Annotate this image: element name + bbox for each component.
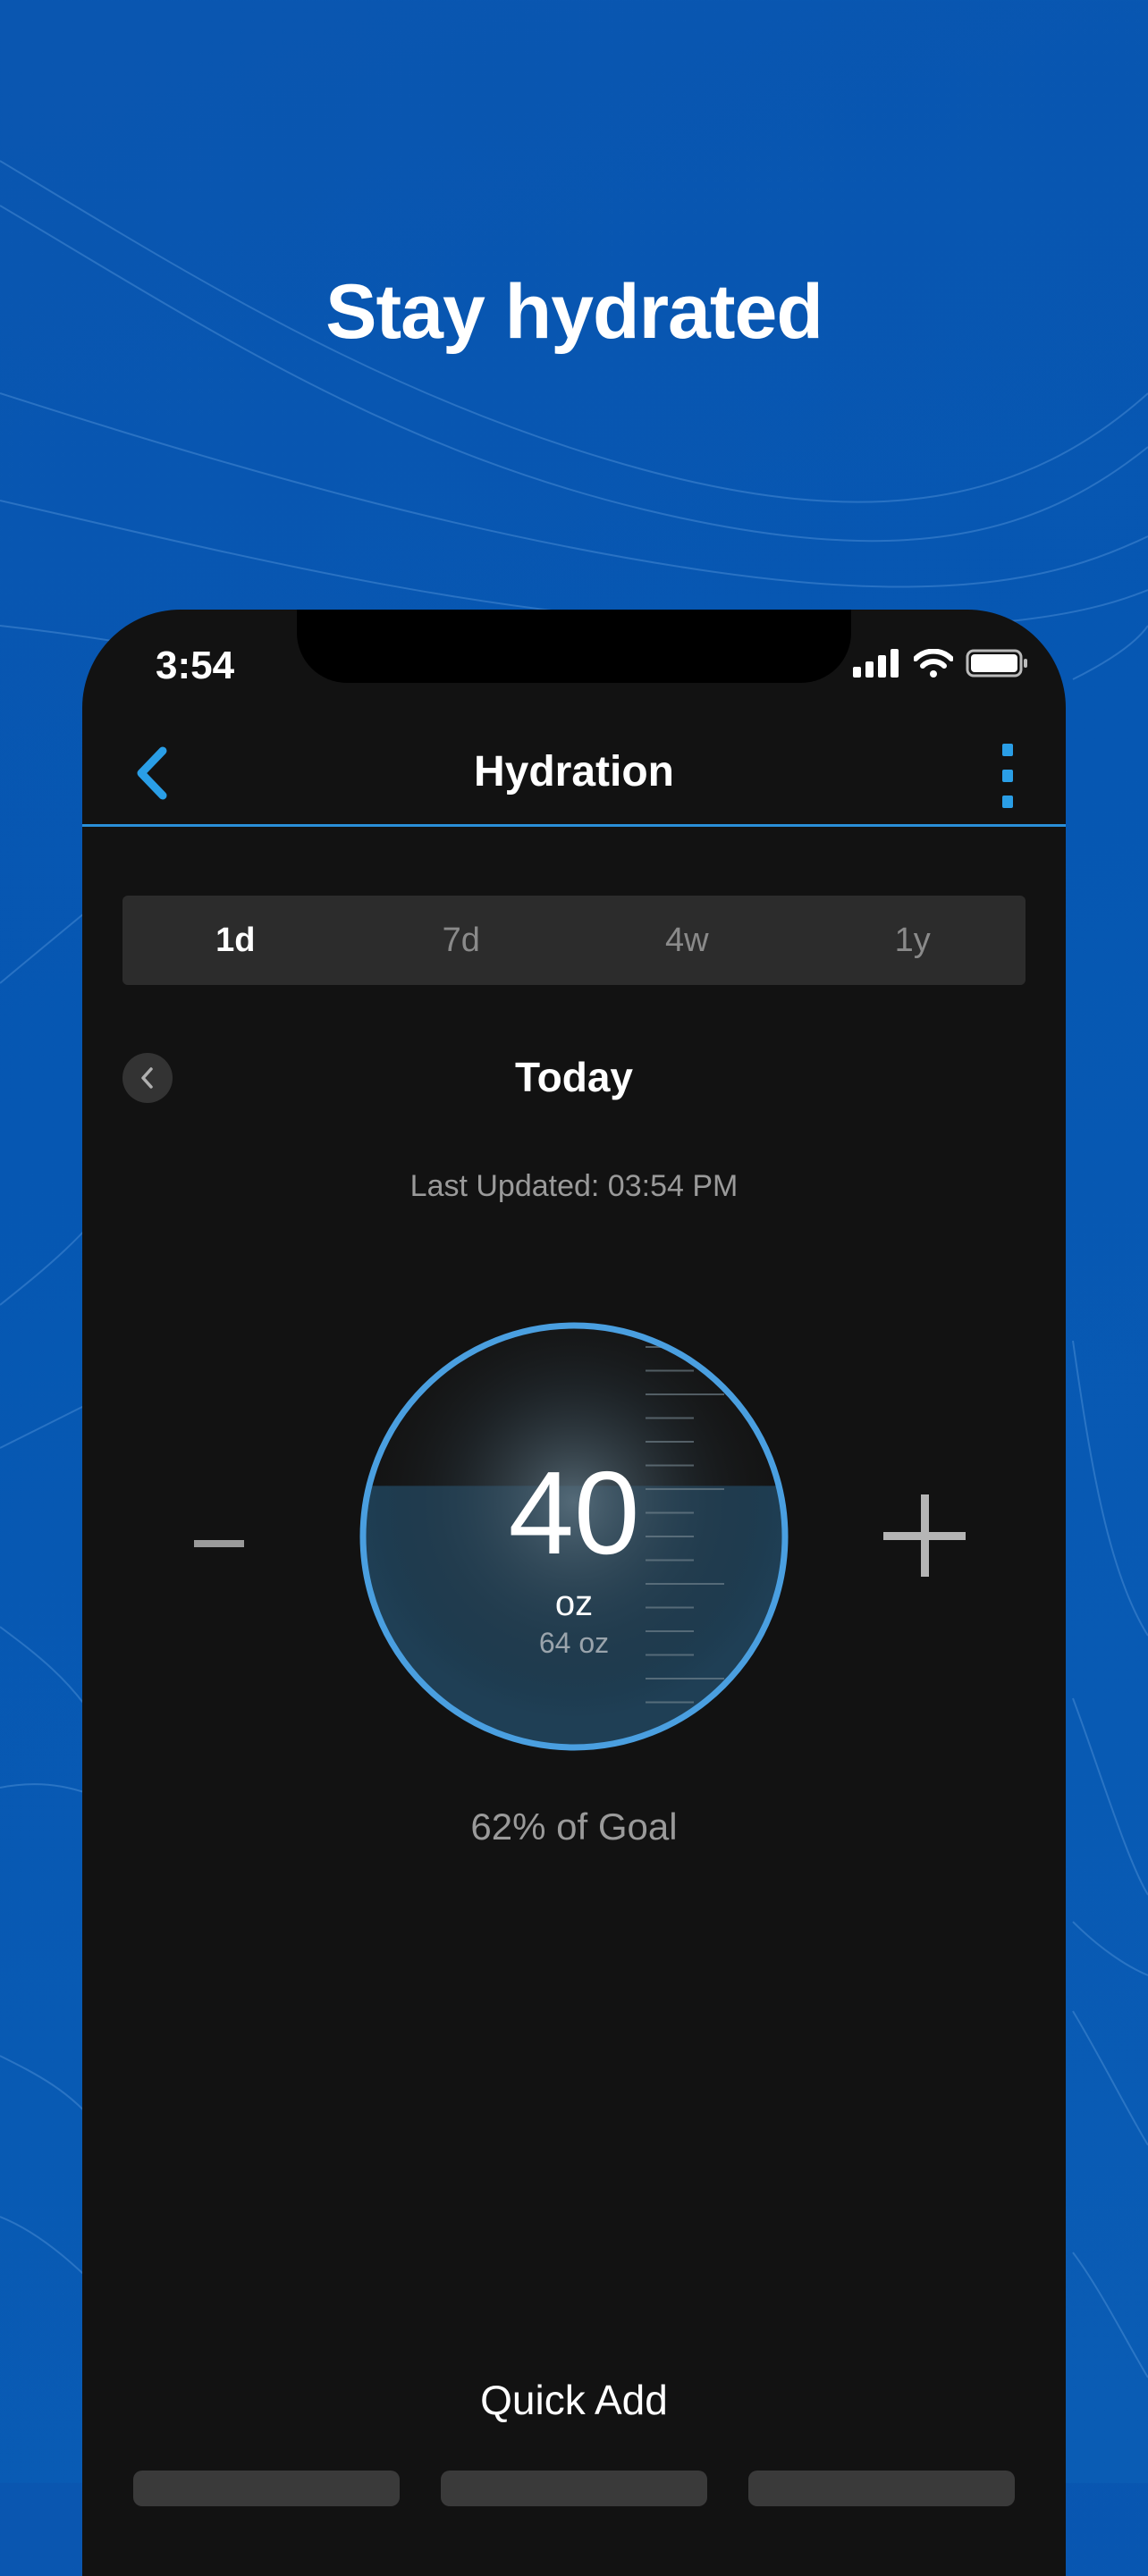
tab-1d[interactable]: 1d (122, 896, 349, 985)
status-time: 3:54 (156, 644, 235, 687)
tab-1y[interactable]: 1y (800, 896, 1026, 985)
percent-of-goal: 62% of Goal (470, 1806, 678, 1848)
goal-value: 64 oz (538, 1627, 610, 1659)
minus-icon (194, 1540, 244, 1547)
wifi-icon (914, 649, 953, 678)
period-segmented-control: 1d 7d 4w 1y (122, 896, 1026, 985)
intake-value: 40 (508, 1447, 640, 1578)
more-options-button[interactable] (994, 744, 1021, 808)
last-updated-text: Last Updated: 03:54 PM (409, 1169, 739, 1203)
phone-frame: 3:54 Hydration 1d 7d 4w 1y Today Last Up… (82, 610, 1066, 2576)
chevron-left-icon (137, 746, 167, 800)
status-icons (853, 649, 1028, 678)
intake-unit: oz (554, 1584, 594, 1623)
quick-add-button[interactable] (133, 2471, 400, 2506)
phone-notch (297, 610, 851, 683)
page-title: Hydration (473, 748, 674, 796)
tab-4w[interactable]: 4w (574, 896, 800, 985)
back-button[interactable] (127, 742, 181, 804)
tab-7d[interactable]: 7d (349, 896, 575, 985)
hydration-gauge: 40 oz 64 oz (358, 1320, 790, 1753)
quick-add-button[interactable] (441, 2471, 707, 2506)
quick-add-label: Quick Add (480, 2377, 668, 2423)
more-dot (1002, 744, 1013, 756)
quick-add-button[interactable] (748, 2471, 1015, 2506)
battery-icon (966, 649, 1027, 678)
more-dot (1002, 770, 1013, 782)
headline: Stay hydrated (325, 269, 823, 355)
increase-button[interactable] (883, 1494, 966, 1577)
more-dot (1002, 796, 1013, 808)
decrease-button[interactable] (188, 1512, 250, 1575)
cellular-signal-icon (853, 649, 899, 678)
navigation-bar: Hydration (82, 726, 1066, 827)
day-label: Today (514, 1054, 634, 1100)
